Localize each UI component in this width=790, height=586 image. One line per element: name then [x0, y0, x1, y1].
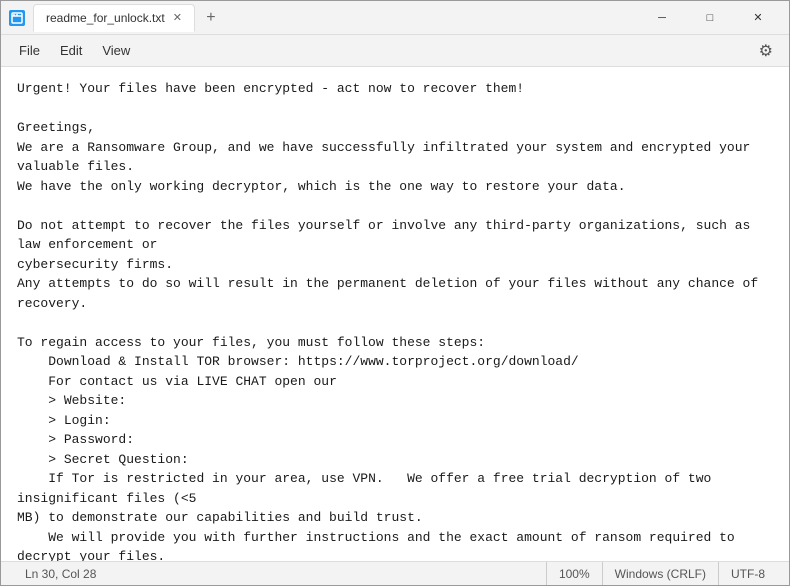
status-bar: Ln 30, Col 28 100% Windows (CRLF) UTF-8 — [1, 561, 789, 585]
tab-label: readme_for_unlock.txt — [46, 11, 165, 25]
new-tab-button[interactable]: + — [199, 6, 223, 30]
tab-close-button[interactable]: ✕ — [173, 11, 182, 24]
cursor-position: Ln 30, Col 28 — [13, 562, 108, 585]
content-wrapper: Urgent! Your files have been encrypted -… — [1, 67, 789, 561]
settings-icon[interactable]: ⚙ — [751, 37, 781, 65]
close-button[interactable]: ✕ — [735, 4, 781, 32]
menu-bar: File Edit View ⚙ — [1, 35, 789, 67]
text-editor[interactable]: Urgent! Your files have been encrypted -… — [1, 67, 789, 561]
minimize-button[interactable]: ─ — [639, 4, 685, 32]
title-bar: readme_for_unlock.txt ✕ + ─ □ ✕ — [1, 1, 789, 35]
window-controls: ─ □ ✕ — [639, 4, 781, 32]
file-menu[interactable]: File — [9, 39, 50, 62]
line-ending[interactable]: Windows (CRLF) — [602, 562, 718, 585]
encoding[interactable]: UTF-8 — [718, 562, 777, 585]
maximize-button[interactable]: □ — [687, 4, 733, 32]
main-window: readme_for_unlock.txt ✕ + ─ □ ✕ File Edi… — [0, 0, 790, 586]
view-menu[interactable]: View — [92, 39, 140, 62]
app-icon — [9, 10, 25, 26]
active-tab[interactable]: readme_for_unlock.txt ✕ — [33, 4, 195, 32]
edit-menu[interactable]: Edit — [50, 39, 92, 62]
zoom-level[interactable]: 100% — [546, 562, 602, 585]
